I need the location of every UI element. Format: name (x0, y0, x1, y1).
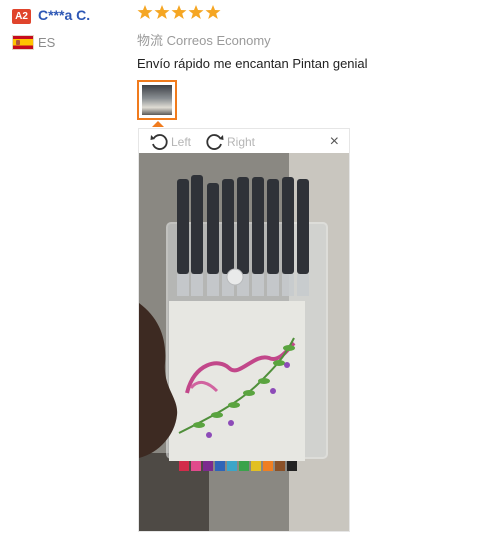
close-icon[interactable]: × (330, 134, 339, 150)
reviewer-name[interactable]: C***a C. (38, 7, 90, 23)
star-icon (188, 5, 204, 19)
photo-viewer: Left Right × (138, 128, 350, 532)
rotate-left-label: Left (171, 135, 192, 149)
rotate-right-label: Right (227, 135, 256, 149)
viewer-toolbar: Left Right × (139, 129, 349, 153)
thumbnail-image (142, 85, 172, 115)
logistics-label: 物流 (137, 34, 164, 49)
thumbnail-caret (152, 121, 164, 127)
review-photo (139, 153, 349, 531)
review-text: Envío rápido me encantan Pintan genial (137, 56, 368, 71)
logistics-value: Correos Economy (166, 33, 271, 48)
star-icon (137, 5, 153, 19)
user-level-badge: A2 (12, 9, 31, 24)
flag-shield (16, 40, 20, 45)
reviewer-country: ES (38, 35, 56, 50)
rotate-left-icon (150, 134, 168, 150)
star-icon (205, 5, 221, 19)
logistics-info: 物流 Correos Economy (137, 30, 271, 49)
star-rating (137, 4, 221, 20)
star-icon (154, 5, 170, 19)
rotate-right-button[interactable]: Right (205, 132, 255, 152)
review-photo-thumbnail[interactable] (137, 80, 177, 120)
rotate-left-button[interactable]: Left (149, 132, 191, 152)
pen-set-photo (139, 153, 349, 531)
spain-flag-icon (12, 35, 34, 50)
star-icon (171, 5, 187, 19)
rotate-right-icon (206, 134, 224, 150)
